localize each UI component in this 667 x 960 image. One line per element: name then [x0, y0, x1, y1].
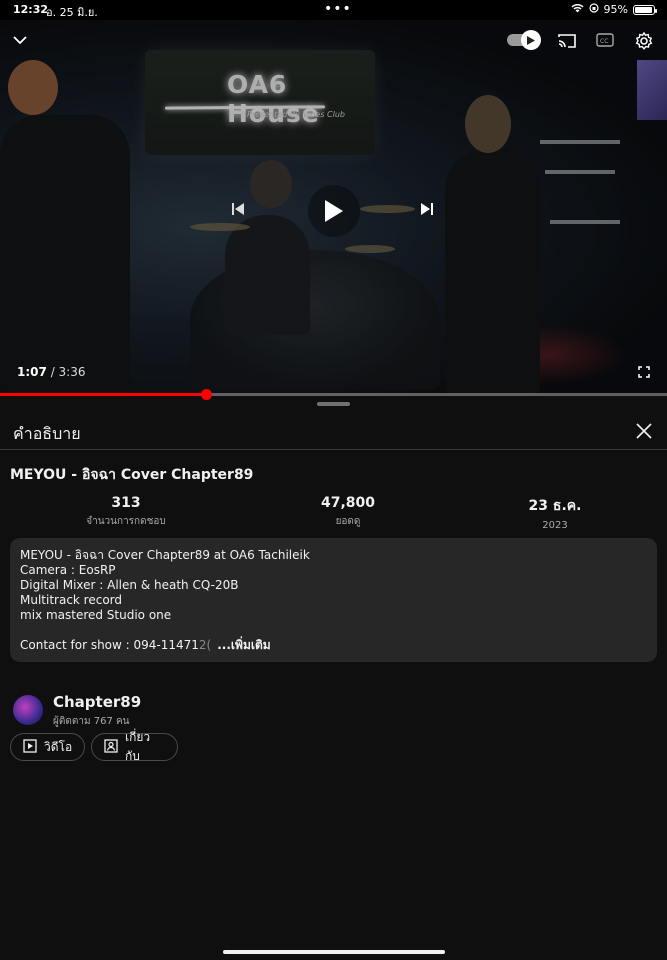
- description-line: Digital Mixer : Allen & heath CQ-20B: [20, 578, 239, 592]
- video-player[interactable]: OA6 House Presented By Vibes Club CC 1:0…: [0, 20, 667, 395]
- description-title: คำอธิบาย: [13, 424, 81, 443]
- orientation-lock-icon: [588, 3, 599, 16]
- status-bar: 12:32 อ. 25 มิ.ย. ••• 95%: [0, 0, 667, 20]
- previous-icon[interactable]: [225, 196, 251, 222]
- battery-percent: 95%: [603, 3, 628, 16]
- current-time: 1:07: [17, 365, 47, 379]
- battery-icon: [633, 4, 657, 15]
- person-icon: [104, 738, 118, 756]
- svg-text:CC: CC: [600, 38, 608, 45]
- channel-avatar[interactable]: [13, 695, 43, 725]
- video-play-icon: [23, 738, 37, 756]
- home-indicator[interactable]: [223, 950, 445, 954]
- channel-info[interactable]: Chapter89 ผู้ติดตาม 767 คน: [13, 693, 413, 733]
- duration: 3:36: [58, 365, 86, 379]
- multitasking-dots[interactable]: •••: [324, 1, 352, 17]
- channel-name[interactable]: Chapter89: [53, 693, 141, 711]
- play-icon[interactable]: [308, 185, 360, 237]
- description-line: Camera : EosRP: [20, 563, 116, 577]
- description-box[interactable]: MEYOU - อิจฉา Cover Chapter89 at OA6 Tac…: [10, 538, 657, 662]
- video-title: MEYOU - อิจฉา Cover Chapter89: [10, 467, 254, 483]
- views-stat: 47,800 ยอดดู: [258, 495, 438, 529]
- progress-bar[interactable]: [0, 389, 667, 400]
- videos-button-label: วิดีโอ: [44, 739, 73, 754]
- settings-gear-icon[interactable]: [632, 29, 656, 53]
- subscriber-count: ผู้ติดตาม 767 คน: [53, 716, 130, 727]
- timecode: 1:07 / 3:36: [17, 365, 86, 379]
- video-stats: 313 จำนวนการกดชอบ 47,800 ยอดดู 23 ธ.ค. 2…: [0, 495, 667, 535]
- minimize-chevron-icon[interactable]: [8, 28, 32, 52]
- next-icon[interactable]: [414, 196, 440, 222]
- description-line: MEYOU - อิจฉา Cover Chapter89 at OA6 Tac…: [20, 548, 310, 562]
- description-header: คำอธิบาย: [0, 412, 667, 450]
- scrubber-handle[interactable]: [201, 389, 213, 400]
- about-button-label: เกี่ยวกับ: [125, 730, 151, 763]
- contact-text: Contact for show : 094-11471: [20, 638, 199, 652]
- videos-button[interactable]: วิดีโอ: [10, 733, 85, 761]
- upload-date: 23 ธ.ค.: [528, 498, 582, 514]
- description-line: Multitrack record: [20, 593, 123, 607]
- views-label: ยอดดู: [335, 516, 361, 527]
- description-line: mix mastered Studio one: [20, 608, 172, 622]
- wifi-icon: [571, 3, 584, 16]
- close-icon[interactable]: [633, 420, 655, 442]
- contact-line: Contact for show : 094-114712( ...เพิ่มเต…: [20, 638, 647, 653]
- status-date: อ. 25 มิ.ย.: [46, 6, 98, 19]
- views-count: 47,800: [320, 495, 376, 511]
- date-stat: 23 ธ.ค. 2023: [465, 495, 645, 531]
- status-time: 12:32: [13, 3, 49, 16]
- show-more-link[interactable]: ...เพิ่มเติม: [217, 638, 270, 652]
- cast-icon[interactable]: [555, 29, 579, 53]
- likes-count: 313: [111, 495, 141, 511]
- likes-label: จำนวนการกดชอบ: [86, 516, 166, 527]
- contact-faded-text: 2(: [198, 638, 212, 652]
- progress-played: [0, 393, 207, 396]
- likes-stat: 313 จำนวนการกดชอบ: [36, 495, 216, 529]
- about-button[interactable]: เกี่ยวกับ: [91, 730, 178, 763]
- closed-captions-icon[interactable]: CC: [595, 31, 615, 49]
- panel-drag-handle[interactable]: [317, 402, 350, 406]
- upload-year: 2023: [542, 520, 568, 531]
- autoplay-toggle[interactable]: [505, 30, 541, 50]
- fullscreen-icon[interactable]: [634, 362, 654, 382]
